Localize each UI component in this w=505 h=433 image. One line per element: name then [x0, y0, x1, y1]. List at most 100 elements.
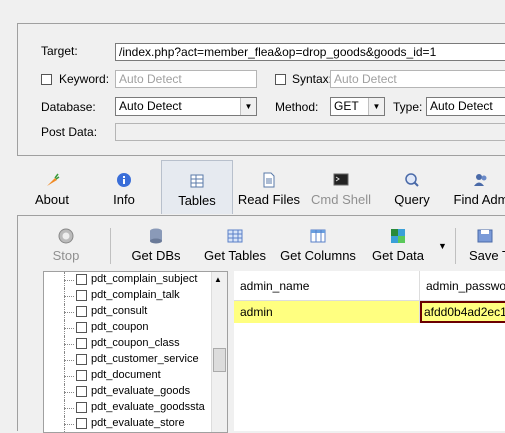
scroll-thumb[interactable]	[213, 348, 226, 372]
tree-item[interactable]: pdt_customer_service	[44, 352, 209, 368]
tree-item-checkbox[interactable]	[76, 386, 87, 397]
chevron-down-icon[interactable]: ▼	[368, 98, 384, 115]
type-select[interactable]: Auto Detect	[426, 97, 505, 116]
tab-label: Tables	[178, 193, 216, 208]
tree-connector	[64, 392, 74, 393]
toolbar-divider	[455, 228, 456, 264]
tab-query[interactable]: Query	[379, 160, 445, 214]
tree-item[interactable]: pdt_document	[44, 368, 209, 384]
column-header[interactable]: admin_name	[234, 271, 420, 301]
get-dbs-label: Get DBs	[131, 248, 181, 263]
tree-connector	[64, 344, 74, 345]
syntax-checkbox[interactable]	[275, 74, 286, 85]
tree-connector	[64, 296, 74, 297]
database-select-value: Auto Detect	[119, 99, 182, 113]
database-select[interactable]: Auto Detect ▼	[115, 97, 257, 116]
get-tables-label: Get Tables	[204, 248, 266, 263]
table-cell[interactable]: admin	[234, 301, 420, 323]
column-header[interactable]: admin_passwor	[420, 271, 505, 301]
target-input[interactable]: /index.php?act=member_flea&op=drop_goods…	[115, 43, 505, 61]
columns-icon	[310, 229, 326, 243]
tree-item-checkbox[interactable]	[76, 338, 87, 349]
tree-item-label: pdt_coupon	[91, 321, 149, 333]
database-icon	[150, 228, 162, 244]
tree-item-checkbox[interactable]	[76, 322, 87, 333]
table-cell-selected[interactable]: afdd0b4ad2ec1	[420, 301, 505, 323]
tree-item[interactable]: pdt_coupon	[44, 320, 209, 336]
syntax-label: Syntax:	[292, 72, 333, 86]
data-grid: admin_name admin_passwor admin afdd0b4ad…	[234, 271, 505, 431]
type-select-value: Auto Detect	[430, 99, 493, 113]
tables-panel: Stop Get DBs Get Tables Get Columns Get …	[17, 215, 505, 433]
stop-icon	[58, 228, 74, 244]
stop-button-label: Stop	[52, 248, 80, 263]
tab-info[interactable]: Info	[89, 160, 159, 214]
get-data-label: Get Data	[371, 248, 425, 263]
tab-label: Cmd Shell	[311, 192, 371, 207]
tree-item-checkbox[interactable]	[76, 290, 87, 301]
tree-item-checkbox[interactable]	[76, 370, 87, 381]
info-icon	[117, 173, 131, 187]
tab-label: Find Adm	[453, 192, 505, 207]
table-tree[interactable]: pdt_complain_subject pdt_complain_talkpdt…	[43, 271, 228, 433]
tree-item[interactable]: pdt_evaluate_goods	[44, 384, 209, 400]
terminal-icon	[333, 173, 349, 186]
keyword-input[interactable]: Auto Detect	[115, 70, 257, 88]
tree-item-checkbox[interactable]	[76, 402, 87, 413]
scroll-up-icon[interactable]: ▲	[214, 275, 222, 284]
tree-item-checkbox[interactable]	[76, 418, 87, 429]
method-select[interactable]: GET ▼	[330, 97, 385, 116]
tree-item[interactable]: pdt_coupon_class	[44, 336, 209, 352]
table-icon	[190, 174, 204, 188]
tab-read-files[interactable]: Read Files	[235, 160, 303, 214]
save-table-label: Save T	[469, 248, 505, 263]
users-icon	[474, 174, 487, 186]
tree-item-label: pdt_evaluate_store	[91, 417, 185, 429]
tab-find-admin[interactable]: Find Adm	[447, 160, 505, 214]
target-panel: Target: /index.php?act=member_flea&op=dr…	[17, 23, 505, 156]
tree-item-label: pdt_consult	[91, 305, 148, 317]
syntax-input[interactable]: Auto Detect	[330, 70, 505, 88]
type-label: Type:	[393, 100, 423, 114]
get-columns-label: Get Columns	[280, 248, 356, 263]
tab-label: Info	[113, 192, 135, 207]
tree-item[interactable]: pdt_complain_subject	[44, 272, 209, 288]
postdata-input[interactable]	[115, 123, 505, 141]
method-select-value: GET	[334, 99, 359, 113]
tree-item-checkbox[interactable]	[76, 354, 87, 365]
save-icon	[477, 229, 493, 243]
tree-item[interactable]: pdt_complain_talk	[44, 288, 209, 304]
target-label: Target:	[41, 44, 78, 58]
carrot-icon	[47, 173, 60, 186]
file-icon	[263, 172, 275, 188]
tree-connector	[64, 408, 74, 409]
tree-item-label: pdt_customer_service	[91, 353, 199, 365]
postdata-label: Post Data:	[41, 125, 98, 139]
tree-item-label: pdt_complain_talk	[91, 289, 180, 301]
tree-scrollbar[interactable]: ▲	[211, 272, 227, 432]
tables-icon	[227, 229, 243, 243]
database-label: Database:	[41, 100, 96, 114]
tab-label: Read Files	[237, 192, 301, 207]
tree-item-label: pdt_complain_subject	[91, 273, 198, 285]
tab-tables[interactable]: Tables	[161, 160, 233, 214]
tree-connector	[64, 360, 74, 361]
keyword-label: Keyword:	[59, 72, 110, 86]
tree-item[interactable]: pdt_evaluate_goodssta	[44, 400, 209, 416]
tree-item[interactable]: pdt_evaluate_store	[44, 416, 209, 432]
tab-label: Query	[394, 192, 430, 207]
tree-item-checkbox[interactable]	[76, 274, 87, 285]
keyword-checkbox[interactable]	[41, 74, 52, 85]
tree-item-label: pdt_coupon_class	[91, 337, 180, 349]
tree-connector	[64, 312, 74, 313]
chevron-down-icon[interactable]: ▼	[240, 98, 256, 115]
tree-item-checkbox[interactable]	[76, 306, 87, 317]
tree-item-label: pdt_evaluate_goodssta	[91, 401, 205, 413]
main-tab-bar: About Info Tables Read Files Cmd Shell Q…	[17, 160, 505, 214]
tab-cmd-shell[interactable]: Cmd Shell	[307, 160, 375, 214]
tree-item[interactable]: pdt_consult	[44, 304, 209, 320]
get-data-dropdown-icon[interactable]: ▼	[438, 241, 450, 253]
tab-label: About	[35, 192, 69, 207]
tab-about[interactable]: About	[17, 160, 87, 214]
tree-item-label: pdt_document	[91, 369, 161, 381]
